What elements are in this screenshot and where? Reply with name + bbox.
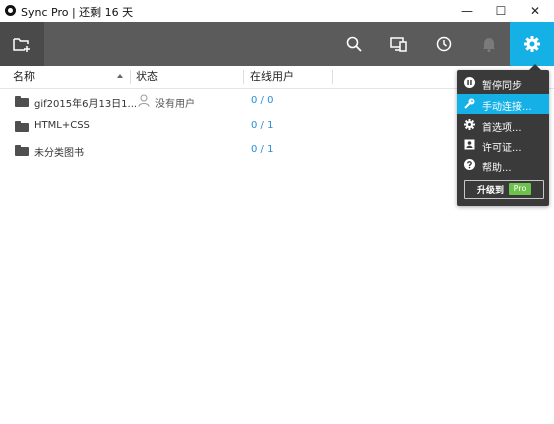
column-divider[interactable] bbox=[332, 70, 333, 84]
online-users-count: 0 / 1 bbox=[251, 120, 274, 131]
toolbar bbox=[0, 22, 554, 66]
column-status-header[interactable]: 状态 bbox=[136, 66, 158, 88]
bell-icon bbox=[483, 38, 495, 52]
help-icon bbox=[464, 159, 475, 170]
column-online-header[interactable]: 在线用户 bbox=[250, 66, 294, 88]
menu-item-label: 帮助... bbox=[482, 163, 512, 174]
gear-icon bbox=[524, 36, 540, 52]
upgrade-pro-button[interactable]: 升级到 Pro bbox=[464, 180, 544, 199]
sort-ascending-icon[interactable] bbox=[117, 74, 123, 78]
folder-name: gif2015年6月13日1... bbox=[34, 99, 138, 110]
notifications-button[interactable] bbox=[467, 22, 511, 66]
history-button[interactable] bbox=[422, 22, 466, 66]
folder-icon bbox=[15, 96, 29, 107]
add-folder-icon bbox=[13, 38, 30, 52]
online-users-count: 0 / 1 bbox=[251, 144, 274, 155]
menu-item-label: 暂停同步 bbox=[482, 81, 522, 92]
folder-icon bbox=[15, 121, 29, 132]
pro-badge: Pro bbox=[509, 183, 531, 195]
key-icon bbox=[464, 98, 475, 109]
menu-item-manual-connect[interactable]: 手动连接... bbox=[457, 94, 549, 114]
online-users-count: 0 / 0 bbox=[251, 95, 274, 106]
gear-icon bbox=[464, 119, 475, 130]
menu-item-help[interactable]: 帮助... bbox=[457, 155, 549, 175]
pause-icon bbox=[464, 77, 475, 88]
menu-item-pause-sync[interactable]: 暂停同步 bbox=[457, 73, 549, 93]
column-divider[interactable] bbox=[130, 70, 131, 84]
folder-icon bbox=[15, 145, 29, 156]
title-bar: Sync Pro | 还剩 16 天 — ☐ ✕ bbox=[0, 0, 554, 23]
license-icon bbox=[464, 139, 475, 150]
settings-button[interactable] bbox=[510, 22, 554, 66]
menu-item-license[interactable]: 许可证... bbox=[457, 135, 549, 155]
column-name-header[interactable]: 名称 bbox=[13, 66, 35, 88]
user-icon bbox=[138, 94, 150, 107]
search-button[interactable] bbox=[332, 22, 376, 66]
close-button[interactable]: ✕ bbox=[518, 0, 552, 22]
folder-status: 没有用户 bbox=[155, 99, 195, 110]
menu-item-label: 手动连接... bbox=[482, 102, 532, 113]
window-title: Sync Pro | 还剩 16 天 bbox=[21, 6, 134, 19]
folder-name: 未分类图书 bbox=[34, 148, 84, 159]
menu-item-label: 许可证... bbox=[482, 143, 522, 154]
folder-name: HTML+CSS bbox=[34, 120, 90, 131]
minimize-button[interactable]: — bbox=[450, 0, 484, 22]
column-divider[interactable] bbox=[243, 70, 244, 84]
devices-button[interactable] bbox=[377, 22, 421, 66]
search-icon bbox=[346, 36, 362, 52]
history-icon bbox=[436, 36, 452, 52]
app-logo-icon bbox=[5, 5, 16, 16]
maximize-button[interactable]: ☐ bbox=[484, 0, 518, 22]
add-folder-button[interactable] bbox=[0, 22, 44, 66]
menu-item-preferences[interactable]: 首选项... bbox=[457, 115, 549, 135]
devices-icon bbox=[390, 37, 407, 52]
upgrade-label: 升级到 bbox=[477, 186, 505, 196]
menu-item-label: 首选项... bbox=[482, 123, 522, 134]
settings-menu: 暂停同步 手动连接... 首选项... 许可证... 帮助... 升级到 Pro bbox=[457, 70, 549, 206]
